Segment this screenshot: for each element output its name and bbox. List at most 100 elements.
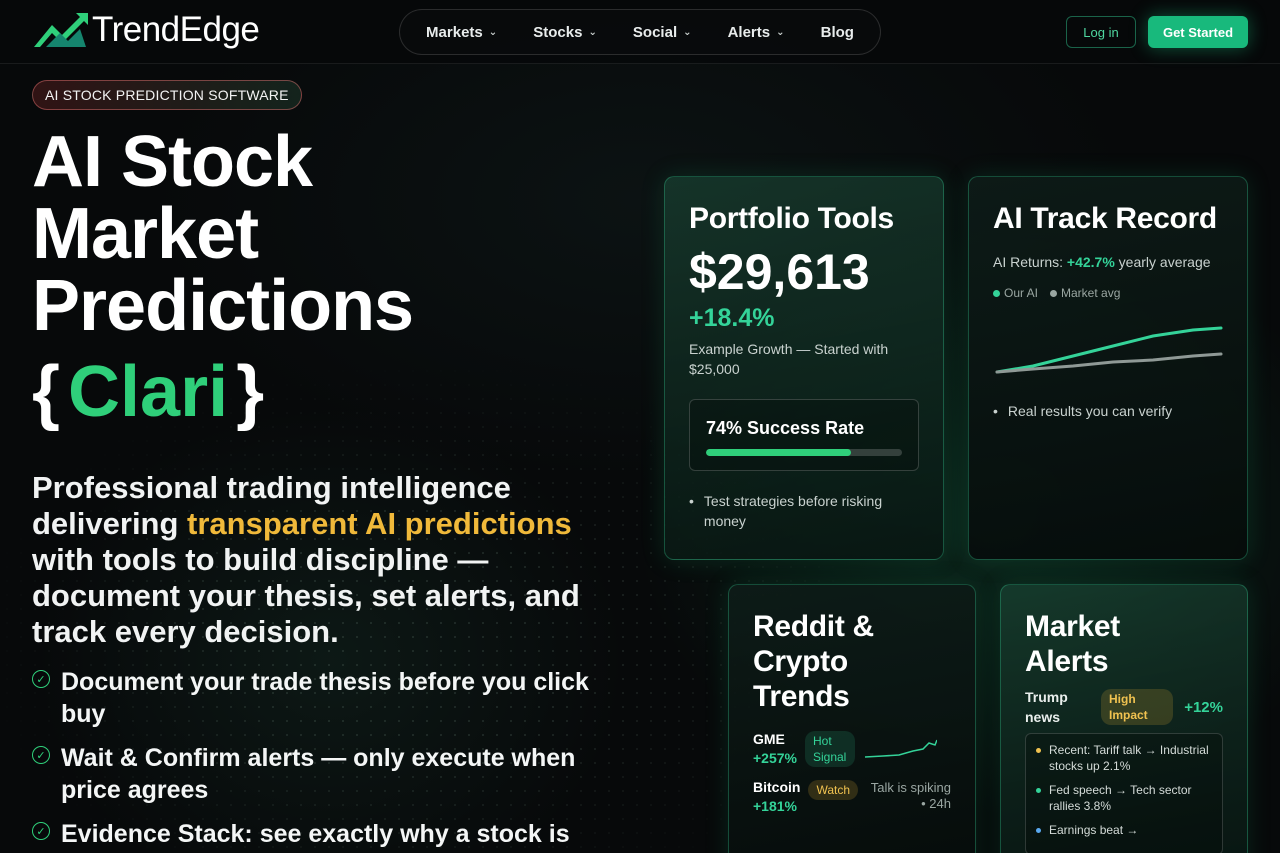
trend-pct: +181% [753,798,797,814]
feature-text: Wait & Confirm alerts — only execute whe… [61,744,576,804]
bullet-text: Test strategies before risking money [703,493,883,529]
feature-item: ✓ Evidence Stack: see exactly why a stoc… [32,818,592,850]
nav-label: Markets [426,23,483,41]
logo-text: TrendEdge [92,10,260,49]
chevron-down-icon: ⌄ [488,26,498,38]
portfolio-value: $29,613 [689,244,870,300]
chart-legend: Our AI Market avg [993,286,1223,300]
returns-label: AI Returns: [993,254,1067,270]
card-title: Market Alerts [1025,610,1120,678]
ai-line [995,326,1223,374]
ai-returns-text: AI Returns: +42.7% yearly average [993,252,1223,272]
hero-subtitle: Professional trading intelligence delive… [32,470,592,650]
trend-item[interactable]: Bitcoin +181% Watch Talk is spiking • 24… [753,778,951,816]
feature-text: Document your trade thesis before you cl… [61,668,589,728]
alert-news-list: Recent: Tariff talk → Industrial stocks … [1025,733,1223,853]
card-title: Reddit & Crypto Trends [753,610,874,713]
alert-topic: Trump news [1025,689,1068,725]
portfolio-tools-card[interactable]: Portfolio Tools $29,613 +18.4% Example G… [664,176,944,560]
portfolio-caption: Example Growth — Started with $25,000 [689,341,889,377]
status-dot-icon [1036,828,1041,833]
legend-label: Market avg [1061,286,1121,300]
check-circle-icon: ✓ [32,822,50,840]
trend-name: GME [753,731,785,747]
site-header: TrendEdge Markets ⌄ Stocks ⌄ Social ⌄ Al… [0,0,1280,64]
market-alerts-card[interactable]: Market Alerts Trump news High Impact +12… [1000,584,1248,853]
nav-social[interactable]: Social ⌄ [633,24,692,41]
logo-mark-icon [34,13,88,47]
feature-item: ✓ Wait & Confirm alerts — only execute w… [32,742,592,806]
subtitle-highlight: transparent AI predictions [187,506,572,541]
feature-text: Evidence Stack: see exactly why a stock … [61,820,570,848]
success-rate-label: 74% Success Rate [706,418,865,438]
reddit-crypto-card[interactable]: Reddit & Crypto Trends GME +257% Hot Sig… [728,584,976,853]
trend-sparkline [864,739,937,758]
bullet-dot-icon: • [993,403,998,419]
ai-track-record-card[interactable]: AI Track Record AI Returns: +42.7% yearl… [968,176,1248,560]
status-dot-icon [1036,748,1041,753]
chevron-down-icon: ⌄ [776,26,785,38]
logo[interactable]: TrendEdge [32,10,260,50]
subtitle-text: with tools to build discipline — documen… [32,542,580,649]
bullet-text: Real results you can verify [1007,403,1173,419]
trend-name: Bitcoin [753,779,801,795]
hero-title-line: AI Stock [32,122,313,202]
hero-title: AI Stock Market Predictions [32,126,592,342]
nav-stocks[interactable]: Stocks ⌄ [533,24,597,41]
clari-brand: {Clari} [32,352,264,432]
brace-close: } [236,352,265,432]
bullet-dot-icon: • [689,493,694,509]
hero-title-line: Market [32,194,259,274]
trend-line [864,739,937,758]
nav-blog[interactable]: Blog [821,24,854,41]
nav-label: Stocks [533,23,583,41]
returns-suffix: yearly average [1114,254,1211,270]
login-button[interactable]: Log in [1066,16,1136,48]
card-title: AI Track Record [993,202,1217,235]
card-bullet: • Test strategies before risking money [689,491,919,531]
success-rate-track [706,449,902,456]
feature-item: ✓ Document your trade thesis before you … [32,666,592,730]
nav-alerts[interactable]: Alerts ⌄ [728,24,785,41]
chevron-down-icon: ⌄ [683,26,692,38]
card-bullet: • Real results you can verify [993,401,1223,421]
hero-badge: AI STOCK PREDICTION SOFTWARE [32,80,302,110]
legend-label: Our AI [1004,286,1039,300]
track-record-sparkline [995,326,1223,374]
news-item[interactable]: Recent: Tariff talk → Industrial stocks … [1036,742,1212,774]
impact-badge: High Impact [1101,689,1173,725]
alert-topic-row: Trump news High Impact +12% [1025,687,1223,727]
market-line [995,352,1223,374]
returns-value: +42.7% [1066,254,1115,270]
news-item[interactable]: Fed speech → Tech sector rallies 3.8% [1036,782,1212,814]
nav-label: Alerts [727,23,771,41]
trend-note: Talk is spiking • 24h [870,780,951,811]
trend-pct: +257% [753,750,797,766]
trends-body: GME +257% Hot Signal Bitcoin +181% Watch… [753,730,951,816]
news-item[interactable]: Earnings beat → [1036,822,1212,838]
nav-markets[interactable]: Markets ⌄ [426,24,497,41]
nav-label: Blog [820,23,854,41]
legend-market: Market avg [1050,286,1120,300]
trend-item[interactable]: GME +257% Hot Signal [753,730,951,768]
clari-name: Clari [68,352,229,432]
status-dot-icon [1036,788,1041,793]
trend-tag: Watch [808,780,859,800]
card-title: Portfolio Tools [689,202,894,235]
impact-pct: +12% [1184,698,1223,716]
trend-tag: Hot Signal [804,731,855,767]
nav-label: Social [632,23,678,41]
success-rate-box: 74% Success Rate [689,399,919,471]
check-circle-icon: ✓ [32,746,50,764]
get-started-button[interactable]: Get Started [1148,16,1248,48]
trends-list: GME +257% Hot Signal Bitcoin +181% Watch… [753,730,951,816]
feature-list: ✓ Document your trade thesis before you … [32,666,592,853]
news-text: Recent: Tariff talk → Industrial stocks … [1049,743,1209,773]
news-text: Fed speech → Tech sector rallies 3.8% [1049,783,1192,813]
hero-title-line: Predictions [32,266,414,346]
check-circle-icon: ✓ [32,670,50,688]
portfolio-growth: +18.4% [689,304,775,332]
success-rate-fill [706,449,852,456]
brace-open: { [32,352,61,432]
main-nav: Markets ⌄ Stocks ⌄ Social ⌄ Alerts ⌄ Blo… [399,9,881,55]
